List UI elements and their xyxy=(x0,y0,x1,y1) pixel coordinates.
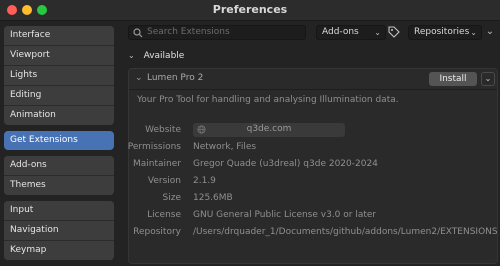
search-placeholder: Search Extensions xyxy=(147,27,230,37)
detail-value: GNU General Public License v3.0 or later xyxy=(193,210,377,220)
chevron-down-icon: ⌄ xyxy=(374,28,381,37)
website-value: q3de.com xyxy=(246,124,292,134)
detail-row-repository: Repository /Users/drquader_1/Documents/g… xyxy=(129,225,497,242)
chevron-down-icon: ⌄ xyxy=(128,51,135,60)
detail-row-license: License GNU General Public License v3.0 … xyxy=(129,208,497,225)
sidebar-item-editing[interactable]: Editing xyxy=(4,86,114,106)
extension-description: Your Pro Tool for handling and analysing… xyxy=(137,95,399,105)
search-icon xyxy=(133,28,143,38)
title-bar: Preferences xyxy=(0,0,500,21)
sidebar: Interface Viewport Lights Editing Animat… xyxy=(4,26,114,266)
detail-row-version: Version 2.1.9 xyxy=(129,174,497,191)
sidebar-item-navigation[interactable]: Navigation xyxy=(4,221,114,241)
repositories-label: Repositories xyxy=(414,27,470,37)
detail-label: License xyxy=(147,210,181,220)
filter-dropdown[interactable]: Add-ons ⌄ xyxy=(316,25,386,40)
sidebar-group-input: Input Navigation Keymap xyxy=(4,201,114,260)
detail-label: Maintainer xyxy=(133,159,181,169)
detail-value: 2.1.9 xyxy=(193,176,216,186)
detail-label: Repository xyxy=(133,227,181,237)
detail-value: Gregor Quade (u3dreal) q3de 2020-2024 xyxy=(193,159,378,169)
search-input[interactable]: Search Extensions xyxy=(128,25,306,40)
detail-label: Size xyxy=(162,193,181,203)
sidebar-item-themes[interactable]: Themes xyxy=(4,176,114,195)
sidebar-item-get-extensions[interactable]: Get Extensions xyxy=(4,131,114,150)
website-link[interactable]: q3de.com xyxy=(193,123,345,137)
main-panel: Search Extensions Add-ons ⌄ Repositories… xyxy=(124,24,498,266)
sidebar-group-display: Interface Viewport Lights Editing Animat… xyxy=(4,26,114,125)
detail-label: Permissions xyxy=(127,142,181,152)
sidebar-item-add-ons[interactable]: Add-ons xyxy=(4,156,114,176)
detail-row-size: Size 125.6MB xyxy=(129,191,497,208)
detail-row-maintainer: Maintainer Gregor Quade (u3dreal) q3de 2… xyxy=(129,157,497,174)
detail-row-website: Website q3de.com xyxy=(129,123,497,140)
extension-card: ⌄ Lumen Pro 2 Install ⌄ Your Pro Tool fo… xyxy=(128,68,498,264)
extension-menu-button[interactable]: ⌄ xyxy=(481,72,495,86)
detail-value: Network, Files xyxy=(193,142,257,152)
detail-label: Version xyxy=(147,176,181,186)
detail-row-permissions: Permissions Network, Files xyxy=(127,140,497,157)
extension-card-header[interactable]: ⌄ Lumen Pro 2 Install ⌄ xyxy=(129,69,497,90)
sidebar-item-keymap[interactable]: Keymap xyxy=(4,241,114,260)
tag-icon[interactable] xyxy=(388,26,400,38)
sidebar-item-viewport[interactable]: Viewport xyxy=(4,46,114,66)
extension-details: Website q3de.com Permissions Network, Fi… xyxy=(127,123,498,242)
chevron-down-icon[interactable]: ⌄ xyxy=(485,26,495,37)
install-button[interactable]: Install xyxy=(429,72,477,86)
filter-dropdown-value: Add-ons xyxy=(322,27,359,37)
sidebar-item-input[interactable]: Input xyxy=(4,201,114,221)
chevron-down-icon: ⌄ xyxy=(470,28,477,37)
chevron-down-icon: ⌄ xyxy=(135,73,143,83)
extension-name: Lumen Pro 2 xyxy=(147,73,204,83)
repositories-dropdown[interactable]: Repositories ⌄ xyxy=(408,25,482,40)
detail-value: 125.6MB xyxy=(193,193,233,203)
window-title: Preferences xyxy=(212,3,288,16)
sidebar-item-lights[interactable]: Lights xyxy=(4,66,114,86)
sidebar-group-extensions: Get Extensions xyxy=(4,131,114,150)
available-section-header[interactable]: ⌄ Available xyxy=(128,51,184,61)
sidebar-item-interface[interactable]: Interface xyxy=(4,26,114,46)
detail-value: /Users/drquader_1/Documents/github/addon… xyxy=(193,227,498,237)
extensions-toolbar: Search Extensions Add-ons ⌄ Repositories… xyxy=(124,24,498,42)
detail-label: Website xyxy=(145,125,181,135)
sidebar-group-addons: Add-ons Themes xyxy=(4,156,114,195)
available-section-label: Available xyxy=(143,51,185,61)
sidebar-item-animation[interactable]: Animation xyxy=(4,106,114,125)
